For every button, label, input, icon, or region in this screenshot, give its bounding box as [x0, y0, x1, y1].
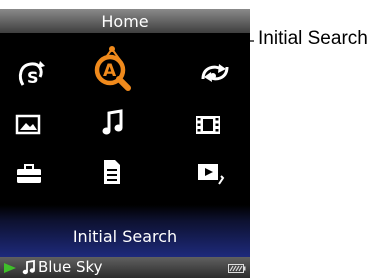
callout-label: Initial Search [258, 28, 368, 49]
